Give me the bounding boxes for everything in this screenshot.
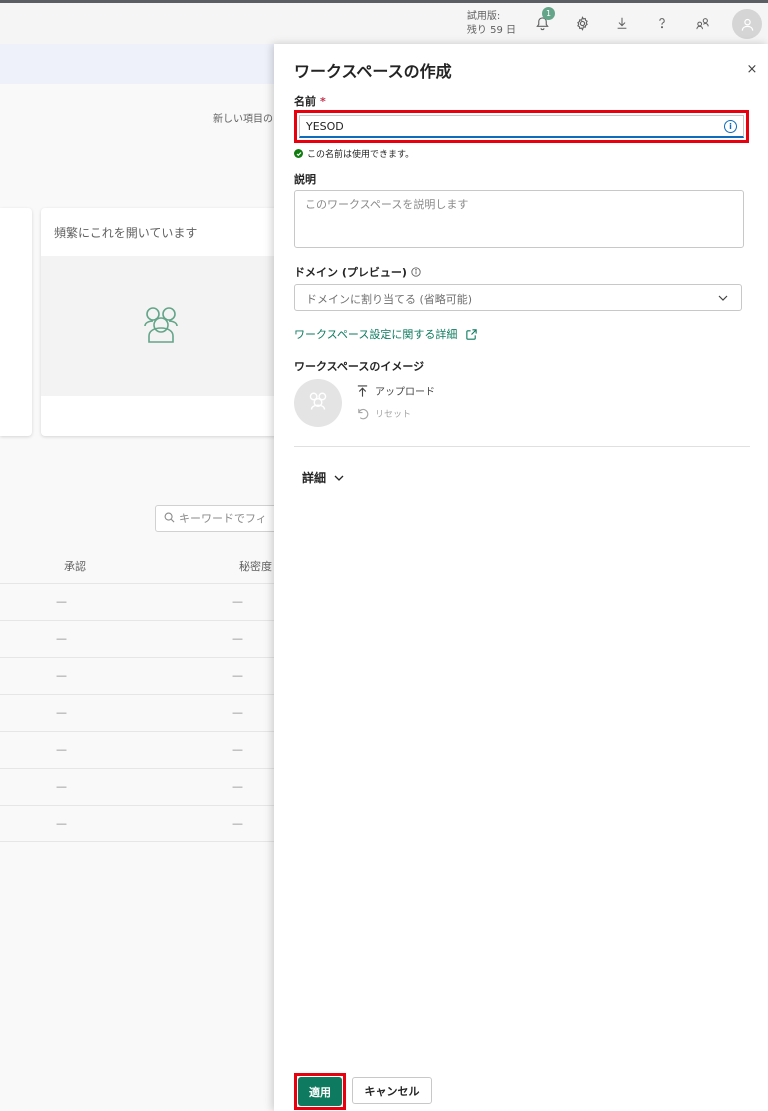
details-label: 詳細 — [302, 471, 327, 485]
name-valid-message: この名前は使用できます。 — [294, 147, 414, 160]
question-icon — [659, 18, 665, 29]
name-valid-text: この名前は使用できます。 — [307, 150, 415, 160]
panel-title: ワークスペースの作成 — [294, 62, 452, 81]
table-row[interactable]: — — — [0, 694, 274, 731]
table-cell: — — [56, 669, 67, 682]
filter-input[interactable]: キーワードでフィ — [155, 505, 285, 532]
table-row[interactable]: — — — [0, 657, 274, 694]
upload-icon — [357, 384, 368, 397]
new-item-text: 新しい項目の — [213, 114, 273, 125]
table-row[interactable]: — — — [0, 731, 274, 768]
cancel-button[interactable]: キャンセル — [352, 1077, 432, 1104]
table-cell: — — [56, 595, 67, 608]
table-row[interactable]: — — — [0, 620, 274, 657]
required-mark: * — [320, 95, 326, 108]
table-row[interactable]: — — — [0, 583, 274, 620]
trial-days-remaining: 残り 59 日 — [466, 25, 516, 36]
recent-card-partial[interactable] — [0, 208, 32, 436]
table-cell: — — [56, 632, 67, 645]
domain-placeholder: ドメインに割り当てる (省略可能) — [306, 293, 473, 306]
gear-icon — [576, 15, 588, 31]
table-cell: — — [232, 780, 243, 793]
create-workspace-panel: ワークスペースの作成 × 名前* i この名前は使用できます。 説明 ドメイン … — [274, 44, 768, 1111]
download-button[interactable] — [608, 9, 636, 37]
frequent-card[interactable]: 頻繁にこれを開いています — [41, 208, 281, 436]
frequent-card-title: 頻繁にこれを開いています — [54, 226, 198, 240]
description-label: 説明 — [294, 173, 316, 186]
settings-button[interactable] — [568, 9, 596, 37]
trial-status: 試用版: 残り 59 日 — [467, 10, 516, 38]
open-external-icon — [466, 328, 478, 340]
top-bar: 試用版: 残り 59 日 1 — [0, 3, 768, 44]
domain-label-row: ドメイン (プレビュー) — [294, 264, 421, 280]
domain-label: ドメイン (プレビュー) — [294, 266, 407, 279]
details-toggle[interactable]: 詳細 — [302, 469, 345, 486]
people-icon — [695, 17, 709, 29]
info-icon[interactable]: i — [724, 120, 737, 133]
column-header-sensitivity[interactable]: 秘密度 — [239, 558, 272, 574]
table-cell: — — [56, 706, 67, 719]
table-cell: — — [232, 706, 243, 719]
table-cell: — — [56, 780, 67, 793]
chevron-down-icon — [718, 295, 728, 301]
trial-label: 試用版: — [466, 11, 501, 22]
chevron-down-icon — [334, 475, 344, 481]
search-icon — [164, 507, 175, 532]
undo-icon — [358, 408, 369, 420]
workspace-settings-link[interactable]: ワークスペース設定に関する詳細 — [294, 326, 478, 342]
name-label: 名前 * — [294, 95, 326, 108]
reset-label: リセット — [375, 410, 412, 420]
domain-dropdown[interactable]: ドメインに割り当てる (省略可能) — [294, 284, 742, 311]
workspace-image-preview — [294, 379, 342, 427]
table-cell: — — [232, 817, 243, 830]
user-avatar[interactable] — [732, 9, 762, 39]
close-icon: × — [746, 62, 758, 77]
check-icon — [294, 149, 303, 158]
notifications-button[interactable]: 1 — [528, 7, 556, 37]
help-button[interactable] — [648, 9, 676, 37]
close-button[interactable]: × — [744, 62, 760, 78]
table-cell: — — [232, 743, 243, 756]
upload-button[interactable]: アップロード — [356, 383, 435, 398]
workspace-settings-link-text: ワークスペース設定に関する詳細 — [294, 328, 458, 341]
upload-label: アップロード — [375, 387, 435, 398]
table-cell: — — [232, 595, 243, 608]
share-feedback-button[interactable] — [688, 9, 716, 37]
workspace-group-icon — [309, 392, 327, 410]
table-cell: — — [232, 632, 243, 645]
filter-placeholder: キーワードでフィ — [179, 512, 267, 525]
notification-badge: 1 — [542, 7, 555, 20]
background-banner — [0, 44, 274, 84]
description-field[interactable] — [294, 190, 744, 248]
table-cell: — — [56, 817, 67, 830]
workspace-group-icon — [144, 307, 178, 343]
name-field[interactable] — [299, 115, 744, 138]
apply-button[interactable]: 適用 — [298, 1077, 342, 1106]
column-header-approval[interactable]: 承認 — [64, 558, 86, 574]
workspace-image-label: ワークスペースのイメージ — [294, 360, 425, 373]
download-icon — [617, 17, 627, 29]
domain-info-icon[interactable] — [411, 267, 421, 277]
frequent-card-image — [41, 256, 281, 396]
person-icon — [741, 18, 753, 31]
reset-button: リセット — [356, 407, 411, 420]
table-row[interactable]: — — — [0, 768, 274, 805]
divider — [294, 446, 750, 447]
table-row[interactable]: — — — [0, 805, 274, 842]
table-cell: — — [232, 669, 243, 682]
table-cell: — — [56, 743, 67, 756]
